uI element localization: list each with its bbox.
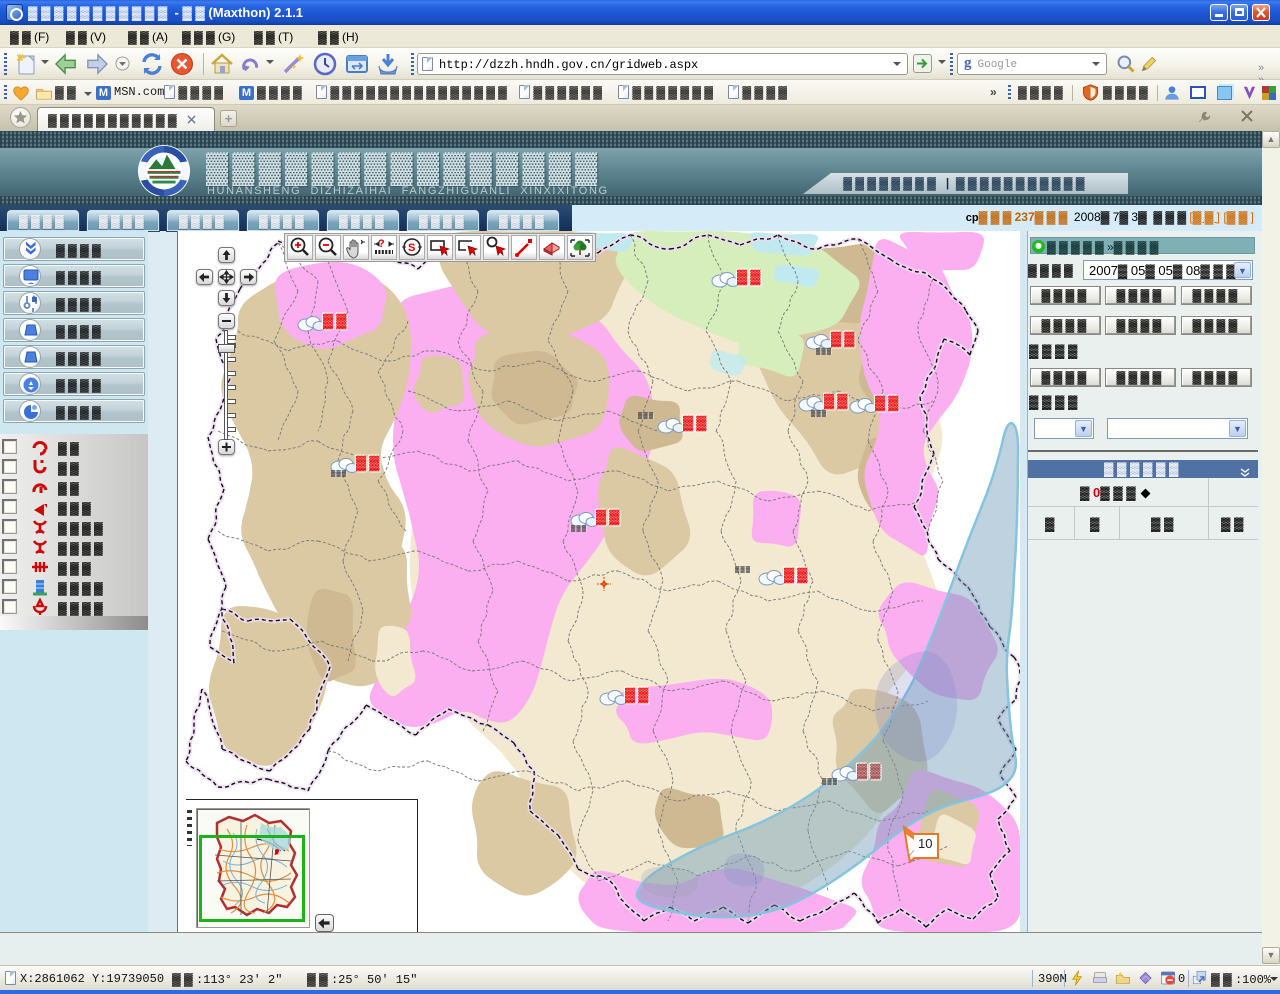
svg-text:S: S: [408, 242, 415, 254]
